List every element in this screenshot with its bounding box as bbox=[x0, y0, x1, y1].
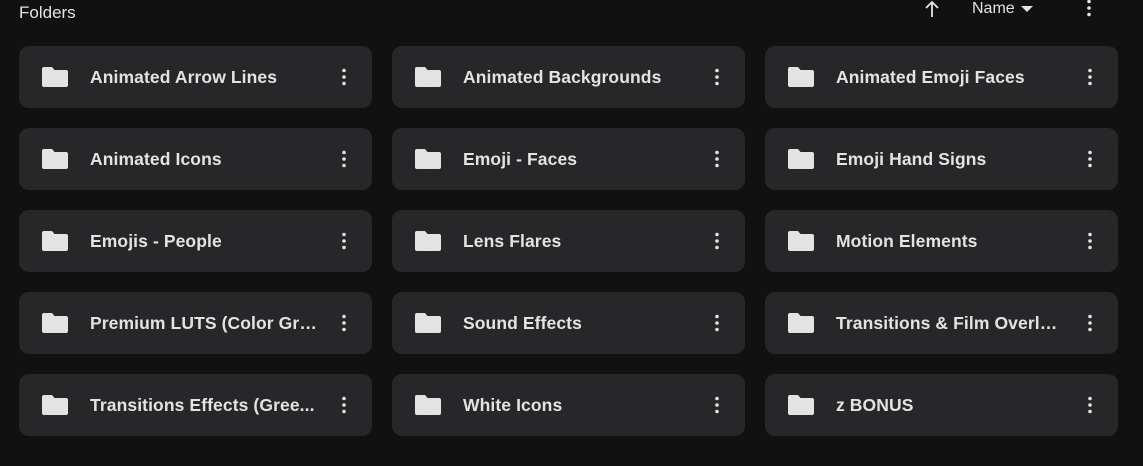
folder-more-options-button[interactable] bbox=[333, 310, 355, 336]
folder-more-options-button[interactable] bbox=[706, 392, 728, 418]
folder-icon bbox=[415, 395, 441, 415]
more-vert-icon bbox=[342, 150, 346, 168]
folder-card[interactable]: Motion Elements bbox=[765, 210, 1118, 272]
folder-icon bbox=[42, 149, 68, 169]
folder-name: Animated Backgrounds bbox=[463, 66, 662, 87]
folder-card[interactable]: Transitions & Film Overlays bbox=[765, 292, 1118, 354]
folder-more-options-button[interactable] bbox=[1079, 228, 1101, 254]
more-vert-icon bbox=[1088, 150, 1092, 168]
more-vert-icon bbox=[342, 396, 346, 414]
sort-direction-button[interactable] bbox=[918, 0, 946, 20]
folder-more-options-button[interactable] bbox=[1079, 310, 1101, 336]
more-vert-icon bbox=[1088, 68, 1092, 86]
folder-icon bbox=[415, 149, 441, 169]
folder-name: z BONUS bbox=[836, 394, 914, 415]
folder-icon bbox=[42, 231, 68, 251]
folder-name: Motion Elements bbox=[836, 230, 978, 251]
folder-more-options-button[interactable] bbox=[333, 64, 355, 90]
drive-folders-view: Folders Name Animated Arrow Lines Animat… bbox=[0, 0, 1143, 466]
folder-card[interactable]: Animated Arrow Lines bbox=[19, 46, 372, 108]
folder-name: Transitions & Film Overlays bbox=[836, 312, 1064, 333]
more-vert-icon bbox=[715, 314, 719, 332]
folder-icon bbox=[415, 231, 441, 251]
folder-card[interactable]: White Icons bbox=[392, 374, 745, 436]
folder-icon bbox=[788, 313, 814, 333]
folder-name: Emojis - People bbox=[90, 230, 222, 251]
more-vert-icon bbox=[715, 68, 719, 86]
more-vert-icon bbox=[1088, 314, 1092, 332]
folder-more-options-button[interactable] bbox=[706, 146, 728, 172]
folder-icon bbox=[42, 313, 68, 333]
sort-field-label: Name bbox=[972, 0, 1015, 17]
more-vert-icon bbox=[715, 232, 719, 250]
folder-grid: Animated Arrow Lines Animated Background… bbox=[19, 46, 1118, 436]
folder-icon bbox=[415, 67, 441, 87]
folder-card[interactable]: Animated Backgrounds bbox=[392, 46, 745, 108]
more-vert-icon bbox=[342, 314, 346, 332]
more-vert-icon bbox=[342, 68, 346, 86]
folder-more-options-button[interactable] bbox=[1079, 146, 1101, 172]
caret-down-icon bbox=[1020, 6, 1033, 12]
more-vert-icon bbox=[715, 396, 719, 414]
folder-icon bbox=[415, 313, 441, 333]
arrow-up-icon bbox=[925, 0, 939, 17]
folder-name: Lens Flares bbox=[463, 230, 562, 251]
folder-icon bbox=[42, 67, 68, 87]
more-vert-icon bbox=[715, 150, 719, 168]
folder-name: Emoji Hand Signs bbox=[836, 148, 987, 169]
folder-icon bbox=[42, 395, 68, 415]
folder-card[interactable]: Emoji - Faces bbox=[392, 128, 745, 190]
folder-card[interactable]: Premium LUTS (Color Gra... bbox=[19, 292, 372, 354]
folder-icon bbox=[788, 395, 814, 415]
folder-more-options-button[interactable] bbox=[706, 310, 728, 336]
folder-more-options-button[interactable] bbox=[1079, 64, 1101, 90]
more-vert-icon bbox=[1087, 0, 1091, 17]
folder-name: Transitions Effects (Gree... bbox=[90, 394, 315, 415]
folder-more-options-button[interactable] bbox=[706, 64, 728, 90]
folder-icon bbox=[788, 149, 814, 169]
more-vert-icon bbox=[342, 232, 346, 250]
folder-icon bbox=[788, 231, 814, 251]
folder-card[interactable]: Emoji Hand Signs bbox=[765, 128, 1118, 190]
folder-name: Premium LUTS (Color Gra... bbox=[90, 312, 318, 333]
folder-card[interactable]: Emojis - People bbox=[19, 210, 372, 272]
folder-name: Animated Icons bbox=[90, 148, 222, 169]
folder-card[interactable]: Animated Emoji Faces bbox=[765, 46, 1118, 108]
folder-card[interactable]: Transitions Effects (Gree... bbox=[19, 374, 372, 436]
view-more-options-button[interactable] bbox=[1078, 0, 1100, 19]
folder-more-options-button[interactable] bbox=[333, 228, 355, 254]
more-vert-icon bbox=[1088, 396, 1092, 414]
folder-more-options-button[interactable] bbox=[1079, 392, 1101, 418]
folder-card[interactable]: Lens Flares bbox=[392, 210, 745, 272]
section-title: Folders bbox=[19, 3, 76, 22]
folder-more-options-button[interactable] bbox=[333, 146, 355, 172]
folder-card[interactable]: Sound Effects bbox=[392, 292, 745, 354]
folder-icon bbox=[788, 67, 814, 87]
folder-card[interactable]: Animated Icons bbox=[19, 128, 372, 190]
sort-field-button[interactable]: Name bbox=[972, 0, 1033, 20]
folder-card[interactable]: z BONUS bbox=[765, 374, 1118, 436]
folder-name: Animated Arrow Lines bbox=[90, 66, 278, 87]
more-vert-icon bbox=[1088, 232, 1092, 250]
folder-more-options-button[interactable] bbox=[333, 392, 355, 418]
folder-name: Emoji - Faces bbox=[463, 148, 578, 169]
folder-name: Sound Effects bbox=[463, 312, 582, 333]
folder-more-options-button[interactable] bbox=[706, 228, 728, 254]
folder-name: White Icons bbox=[463, 394, 563, 415]
folder-name: Animated Emoji Faces bbox=[836, 66, 1025, 87]
